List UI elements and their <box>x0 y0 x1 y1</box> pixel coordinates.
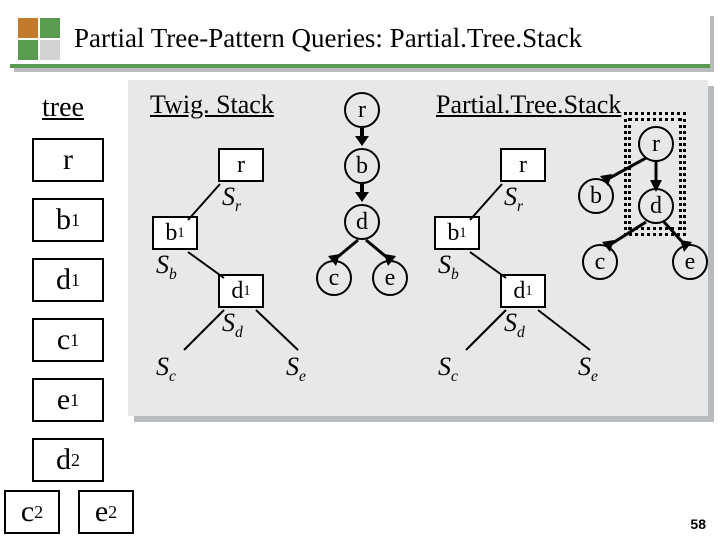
twig-cell-r: r <box>218 148 264 182</box>
twig-label-se: Se <box>286 352 306 386</box>
tree-node-b1: b1 <box>32 198 104 242</box>
node-text: d <box>56 443 71 477</box>
slide-title: Partial Tree-Pattern Queries: Partial.Tr… <box>74 23 582 54</box>
cell-sub: 1 <box>459 225 466 242</box>
cell-text: r <box>237 152 245 179</box>
twig-label-sb: Sb <box>156 250 177 284</box>
node-sub: 2 <box>34 502 43 523</box>
arrow-icon <box>355 128 369 146</box>
query-node-r: r <box>344 92 380 128</box>
twig-cell-d1: d1 <box>218 274 264 308</box>
node-text: c <box>21 495 34 529</box>
node-sub: 1 <box>70 390 79 411</box>
cell-text: d <box>231 278 243 305</box>
node-sub: 1 <box>71 210 80 231</box>
cell-text: b <box>165 220 177 247</box>
circ-text: b <box>590 183 602 210</box>
arrow-icon <box>355 184 369 202</box>
tree-node-c1: c1 <box>32 318 104 362</box>
logo-icon <box>18 18 62 62</box>
node-text: e <box>95 495 108 529</box>
tree-node-c2: c2 <box>4 490 60 534</box>
pts-label-sd: Sd <box>504 308 525 342</box>
pts-label-sc: Sc <box>438 352 458 386</box>
circ-text: e <box>385 265 396 292</box>
pts-label-sb: Sb <box>438 250 459 284</box>
node-sub: 1 <box>70 330 79 351</box>
content-panel <box>128 80 708 416</box>
pts-label-se: Se <box>578 352 598 386</box>
circ-text: c <box>329 265 340 292</box>
circ-text: e <box>685 249 696 276</box>
header-bar: Partial Tree-Pattern Queries: Partial.Tr… <box>10 12 710 68</box>
cell-sub: 1 <box>243 283 250 300</box>
node-text: r <box>63 143 73 177</box>
twig-cell-b1: b1 <box>152 216 198 250</box>
twig-label-sc: Sc <box>156 352 176 386</box>
cell-text: b <box>447 220 459 247</box>
circ-text: b <box>356 153 368 180</box>
query-node-c: c <box>316 260 352 296</box>
twigstack-heading: Twig. Stack <box>150 90 274 120</box>
panel-body <box>128 80 708 416</box>
tree-node-e2: e2 <box>78 490 134 534</box>
node-text: c <box>57 323 70 357</box>
node-text: b <box>56 203 71 237</box>
ptsq-node-b: b <box>578 178 614 214</box>
dotted-selection-rd-inner <box>628 118 682 230</box>
node-sub: 2 <box>108 502 117 523</box>
twig-label-sd: Sd <box>222 308 243 342</box>
twig-label-sr: Sr <box>222 182 241 216</box>
partialtreestack-heading: Partial.Tree.Stack <box>436 90 621 120</box>
node-text: e <box>57 383 70 417</box>
pts-cell-d1: d1 <box>500 274 546 308</box>
node-text: d <box>56 263 71 297</box>
ptsq-node-e: e <box>672 244 708 280</box>
tree-heading: tree <box>42 92 84 124</box>
cell-text: r <box>519 152 527 179</box>
node-sub: 2 <box>71 450 80 471</box>
cell-sub: 1 <box>525 283 532 300</box>
slide-header: Partial Tree-Pattern Queries: Partial.Tr… <box>10 12 710 68</box>
circ-text: c <box>595 249 606 276</box>
pts-cell-b1: b1 <box>434 216 480 250</box>
tree-node-d1: d1 <box>32 258 104 302</box>
tree-node-d2: d2 <box>32 438 104 482</box>
tree-node-e1: e1 <box>32 378 104 422</box>
ptsq-node-c: c <box>582 244 618 280</box>
page-number: 58 <box>690 516 706 532</box>
cell-sub: 1 <box>177 225 184 242</box>
query-node-d: d <box>344 204 380 240</box>
query-node-e: e <box>372 260 408 296</box>
circ-text: d <box>356 209 368 236</box>
pts-label-sr: Sr <box>504 182 523 216</box>
cell-text: d <box>513 278 525 305</box>
node-sub: 1 <box>71 270 80 291</box>
query-node-b: b <box>344 148 380 184</box>
circ-text: r <box>358 97 366 124</box>
tree-node-r: r <box>32 138 104 182</box>
pts-cell-r: r <box>500 148 546 182</box>
